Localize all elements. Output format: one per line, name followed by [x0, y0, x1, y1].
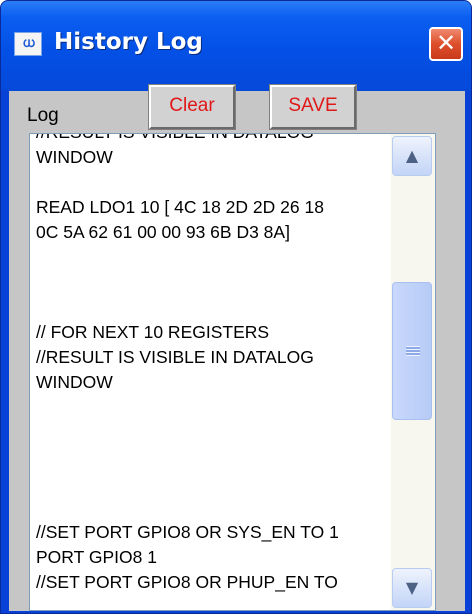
scroll-down-button[interactable]: ▼: [392, 568, 432, 608]
close-icon: ✕: [435, 29, 457, 57]
log-line: WINDOW: [36, 372, 113, 392]
log-line: //RESULT IS VISIBLE IN DATALOG: [36, 347, 314, 367]
scroll-thumb[interactable]: [392, 282, 432, 420]
log-line: PORT GPIO8 1: [36, 547, 157, 567]
client-area: Log Clear SAVE //RESULT IS VISIBLE IN DA…: [9, 84, 465, 611]
scroll-up-button[interactable]: ▲: [392, 136, 432, 176]
grip-icon: [406, 346, 420, 356]
log-textarea[interactable]: //RESULT IS VISIBLE IN DATALOG WINDOW READ…: [29, 133, 436, 611]
save-button[interactable]: SAVE: [269, 84, 357, 130]
log-line: 0C 5A 62 61 00 00 93 6B D3 8A]: [36, 222, 290, 242]
log-line: //SET PORT GPIO8 OR PHUP_EN TO: [36, 572, 338, 592]
title-bar[interactable]: ധ History Log ✕: [1, 1, 471, 91]
clear-button[interactable]: Clear: [148, 84, 236, 130]
log-lines: //RESULT IS VISIBLE IN DATALOG WINDOW READ…: [36, 134, 391, 595]
log-line: //RESULT IS VISIBLE IN DATALOG: [36, 134, 391, 145]
window-title: History Log: [54, 29, 203, 55]
log-line: //SET PORT GPIO8 OR SYS_EN TO 1: [36, 522, 339, 542]
history-log-window: ധ History Log ✕ Log Clear SAVE //RESULT …: [0, 0, 472, 614]
log-line: READ LDO1 10 [ 4C 18 2D 2D 26 18: [36, 197, 324, 217]
log-line: WINDOW: [36, 147, 113, 167]
app-icon: ധ: [14, 32, 42, 56]
log-label: Log: [27, 105, 59, 126]
vertical-scrollbar[interactable]: ▲ ▼: [391, 134, 435, 610]
chevron-up-icon: ▲: [405, 146, 419, 165]
close-button[interactable]: ✕: [429, 27, 463, 61]
log-line: // FOR NEXT 10 REGISTERS: [36, 322, 270, 342]
chevron-down-icon: ▼: [405, 578, 419, 597]
